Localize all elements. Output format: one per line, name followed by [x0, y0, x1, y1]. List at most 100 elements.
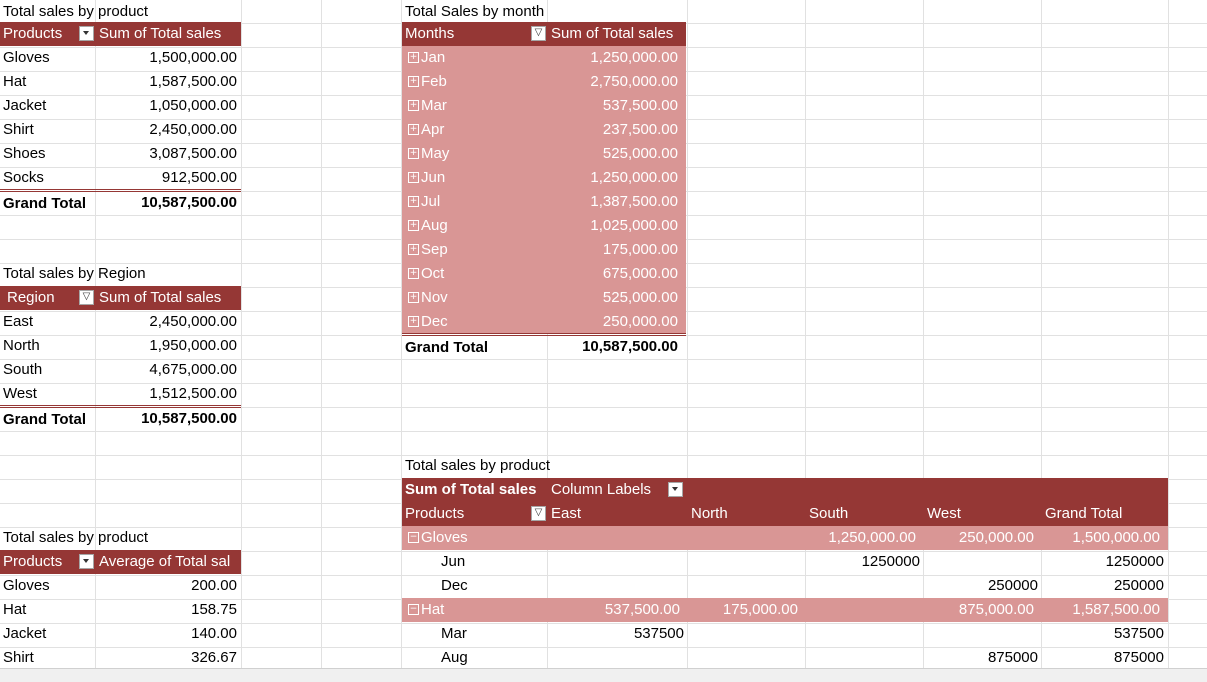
pivot-month-grand-total-value[interactable]: 10,587,500.00 [548, 336, 686, 360]
expand-icon[interactable]: + [408, 267, 419, 279]
pivot-cross-col-header[interactable]: North [688, 502, 805, 526]
pivot-month-row-label[interactable]: + Apr [405, 118, 548, 142]
pivot-avg-row-value[interactable]: 200.00 [95, 574, 241, 598]
pivot-cross-child-value[interactable]: 1250000 [1042, 550, 1168, 574]
pivot-cross-child-value[interactable] [806, 574, 924, 598]
pivot-avg-row-value[interactable]: 140.00 [95, 622, 241, 646]
pivot-avg-row-label[interactable]: Gloves [0, 574, 95, 598]
pivot-month-header-months[interactable]: Months ▽ [402, 22, 548, 46]
pivot-region-row-value[interactable]: 2,450,000.00 [95, 310, 241, 334]
pivot-month-row-value[interactable]: 537,500.00 [548, 94, 686, 118]
pivot-month-row-value[interactable]: 525,000.00 [548, 142, 686, 166]
pivot-avg-row-value[interactable]: 158.75 [95, 598, 241, 622]
pivot-month-row-value[interactable]: 675,000.00 [548, 262, 686, 286]
pivot-cross-child-value[interactable] [806, 622, 924, 646]
pivot-cross-child-value[interactable] [924, 550, 1042, 574]
pivot-cross-child-label[interactable]: Jun [441, 550, 548, 574]
pivot-cross-group-value[interactable] [548, 526, 688, 550]
pivot-cross-group-value[interactable]: 537,500.00 [548, 598, 688, 622]
pivot-month-row-label[interactable]: + Aug [405, 214, 548, 238]
pivot-month-row-value[interactable]: 1,025,000.00 [548, 214, 686, 238]
sheet-tab-bar[interactable] [0, 668, 1207, 682]
pivot-month-row-label[interactable]: + May [405, 142, 548, 166]
pivot-avg-header-products[interactable]: Products [0, 550, 96, 574]
collapse-icon[interactable]: − [408, 531, 419, 543]
pivot-cross-group-value[interactable]: 250,000.00 [924, 526, 1042, 550]
pivot-cross-child-value[interactable]: 537500 [548, 622, 688, 646]
expand-icon[interactable]: + [408, 243, 419, 255]
pivot-cross-child-value[interactable] [548, 574, 688, 598]
pivot-avg-row-label[interactable]: Jacket [0, 622, 95, 646]
pivot-cross-child-label[interactable]: Dec [441, 574, 548, 598]
filter-icon[interactable]: ▽ [531, 26, 546, 41]
pivot-product-row-value[interactable]: 912,500.00 [95, 166, 241, 190]
pivot-product-row-label[interactable]: Jacket [0, 94, 95, 118]
pivot-product-row-label[interactable]: Hat [0, 70, 95, 94]
pivot-product-row-value[interactable]: 1,050,000.00 [95, 94, 241, 118]
pivot-region-row-label[interactable]: North [0, 334, 95, 358]
pivot-cross-group-value[interactable] [806, 598, 924, 622]
pivot-cross-group-value[interactable]: 175,000.00 [688, 598, 806, 622]
pivot-cross-child-value[interactable] [806, 646, 924, 668]
expand-icon[interactable]: + [408, 123, 419, 135]
pivot-cross-child-value[interactable] [688, 550, 806, 574]
pivot-cross-child-value[interactable]: 250000 [924, 574, 1042, 598]
pivot-cross-child-value[interactable]: 875000 [924, 646, 1042, 668]
pivot-region-row-value[interactable]: 1,950,000.00 [95, 334, 241, 358]
pivot-month-row-value[interactable]: 237,500.00 [548, 118, 686, 142]
pivot-cross-group-value[interactable]: 1,587,500.00 [1042, 598, 1168, 622]
pivot-month-row-label[interactable]: + Feb [405, 70, 548, 94]
pivot-cross-child-label[interactable]: Aug [441, 646, 548, 668]
pivot-month-row-label[interactable]: + Jul [405, 190, 548, 214]
pivot-month-row-value[interactable]: 2,750,000.00 [548, 70, 686, 94]
pivot-cross-child-label[interactable]: Mar [441, 622, 548, 646]
pivot-region-row-value[interactable]: 4,675,000.00 [95, 358, 241, 382]
pivot-month-row-value[interactable]: 1,387,500.00 [548, 190, 686, 214]
pivot-month-row-value[interactable]: 1,250,000.00 [548, 166, 686, 190]
pivot-month-row-value[interactable]: 525,000.00 [548, 286, 686, 310]
pivot-cross-group-value[interactable]: 1,500,000.00 [1042, 526, 1168, 550]
expand-icon[interactable]: + [408, 171, 419, 183]
pivot-cross-value-header[interactable]: Sum of Total sales [402, 478, 548, 502]
pivot-product-row-value[interactable]: 3,087,500.00 [95, 142, 241, 166]
pivot-cross-child-value[interactable] [548, 646, 688, 668]
collapse-icon[interactable]: − [408, 603, 419, 615]
pivot-cross-col-header[interactable]: South [806, 502, 923, 526]
pivot-cross-child-value[interactable] [688, 574, 806, 598]
pivot-cross-group-value[interactable]: 1,250,000.00 [806, 526, 924, 550]
dropdown-arrow-icon[interactable] [668, 482, 683, 497]
pivot-cross-child-value[interactable] [924, 622, 1042, 646]
pivot-product-row-value[interactable]: 2,450,000.00 [95, 118, 241, 142]
pivot-month-row-label[interactable]: + Nov [405, 286, 548, 310]
pivot-month-row-label[interactable]: + Dec [405, 310, 548, 334]
pivot-avg-row-label[interactable]: Shirt [0, 646, 95, 668]
pivot-cross-group-label[interactable]: − Hat [405, 598, 548, 622]
pivot-cross-child-value[interactable]: 250000 [1042, 574, 1168, 598]
pivot-product-row-value[interactable]: 1,500,000.00 [95, 46, 241, 70]
filter-icon[interactable]: ▽ [79, 290, 94, 305]
expand-icon[interactable]: + [408, 99, 419, 111]
pivot-month-row-label[interactable]: + Jun [405, 166, 548, 190]
expand-icon[interactable]: + [408, 195, 419, 207]
pivot-cross-child-value[interactable] [688, 622, 806, 646]
pivot-cross-group-value[interactable]: 875,000.00 [924, 598, 1042, 622]
pivot-month-row-label[interactable]: + Sep [405, 238, 548, 262]
pivot-cross-column-labels[interactable]: Column Labels [548, 478, 688, 502]
pivot-cross-group-label[interactable]: − Gloves [405, 526, 548, 550]
pivot-month-row-value[interactable]: 250,000.00 [548, 310, 686, 334]
pivot-avg-row-label[interactable]: Hat [0, 598, 95, 622]
expand-icon[interactable]: + [408, 219, 419, 231]
pivot-cross-child-value[interactable] [688, 646, 806, 668]
pivot-product-row-label[interactable]: Shirt [0, 118, 95, 142]
expand-icon[interactable]: + [408, 291, 419, 303]
pivot-product-grand-total-value[interactable]: 10,587,500.00 [95, 192, 241, 216]
pivot-cross-row-header[interactable]: Products ▽ [402, 502, 548, 526]
pivot-region-row-value[interactable]: 1,512,500.00 [95, 382, 241, 406]
pivot-month-row-label[interactable]: + Oct [405, 262, 548, 286]
pivot-cross-col-header[interactable]: East [548, 502, 688, 526]
pivot-cross-child-value[interactable]: 875000 [1042, 646, 1168, 668]
pivot-cross-child-value[interactable]: 1250000 [806, 550, 924, 574]
pivot-region-row-label[interactable]: East [0, 310, 95, 334]
pivot-product-header-products[interactable]: Products [0, 22, 96, 46]
expand-icon[interactable]: + [408, 75, 419, 87]
